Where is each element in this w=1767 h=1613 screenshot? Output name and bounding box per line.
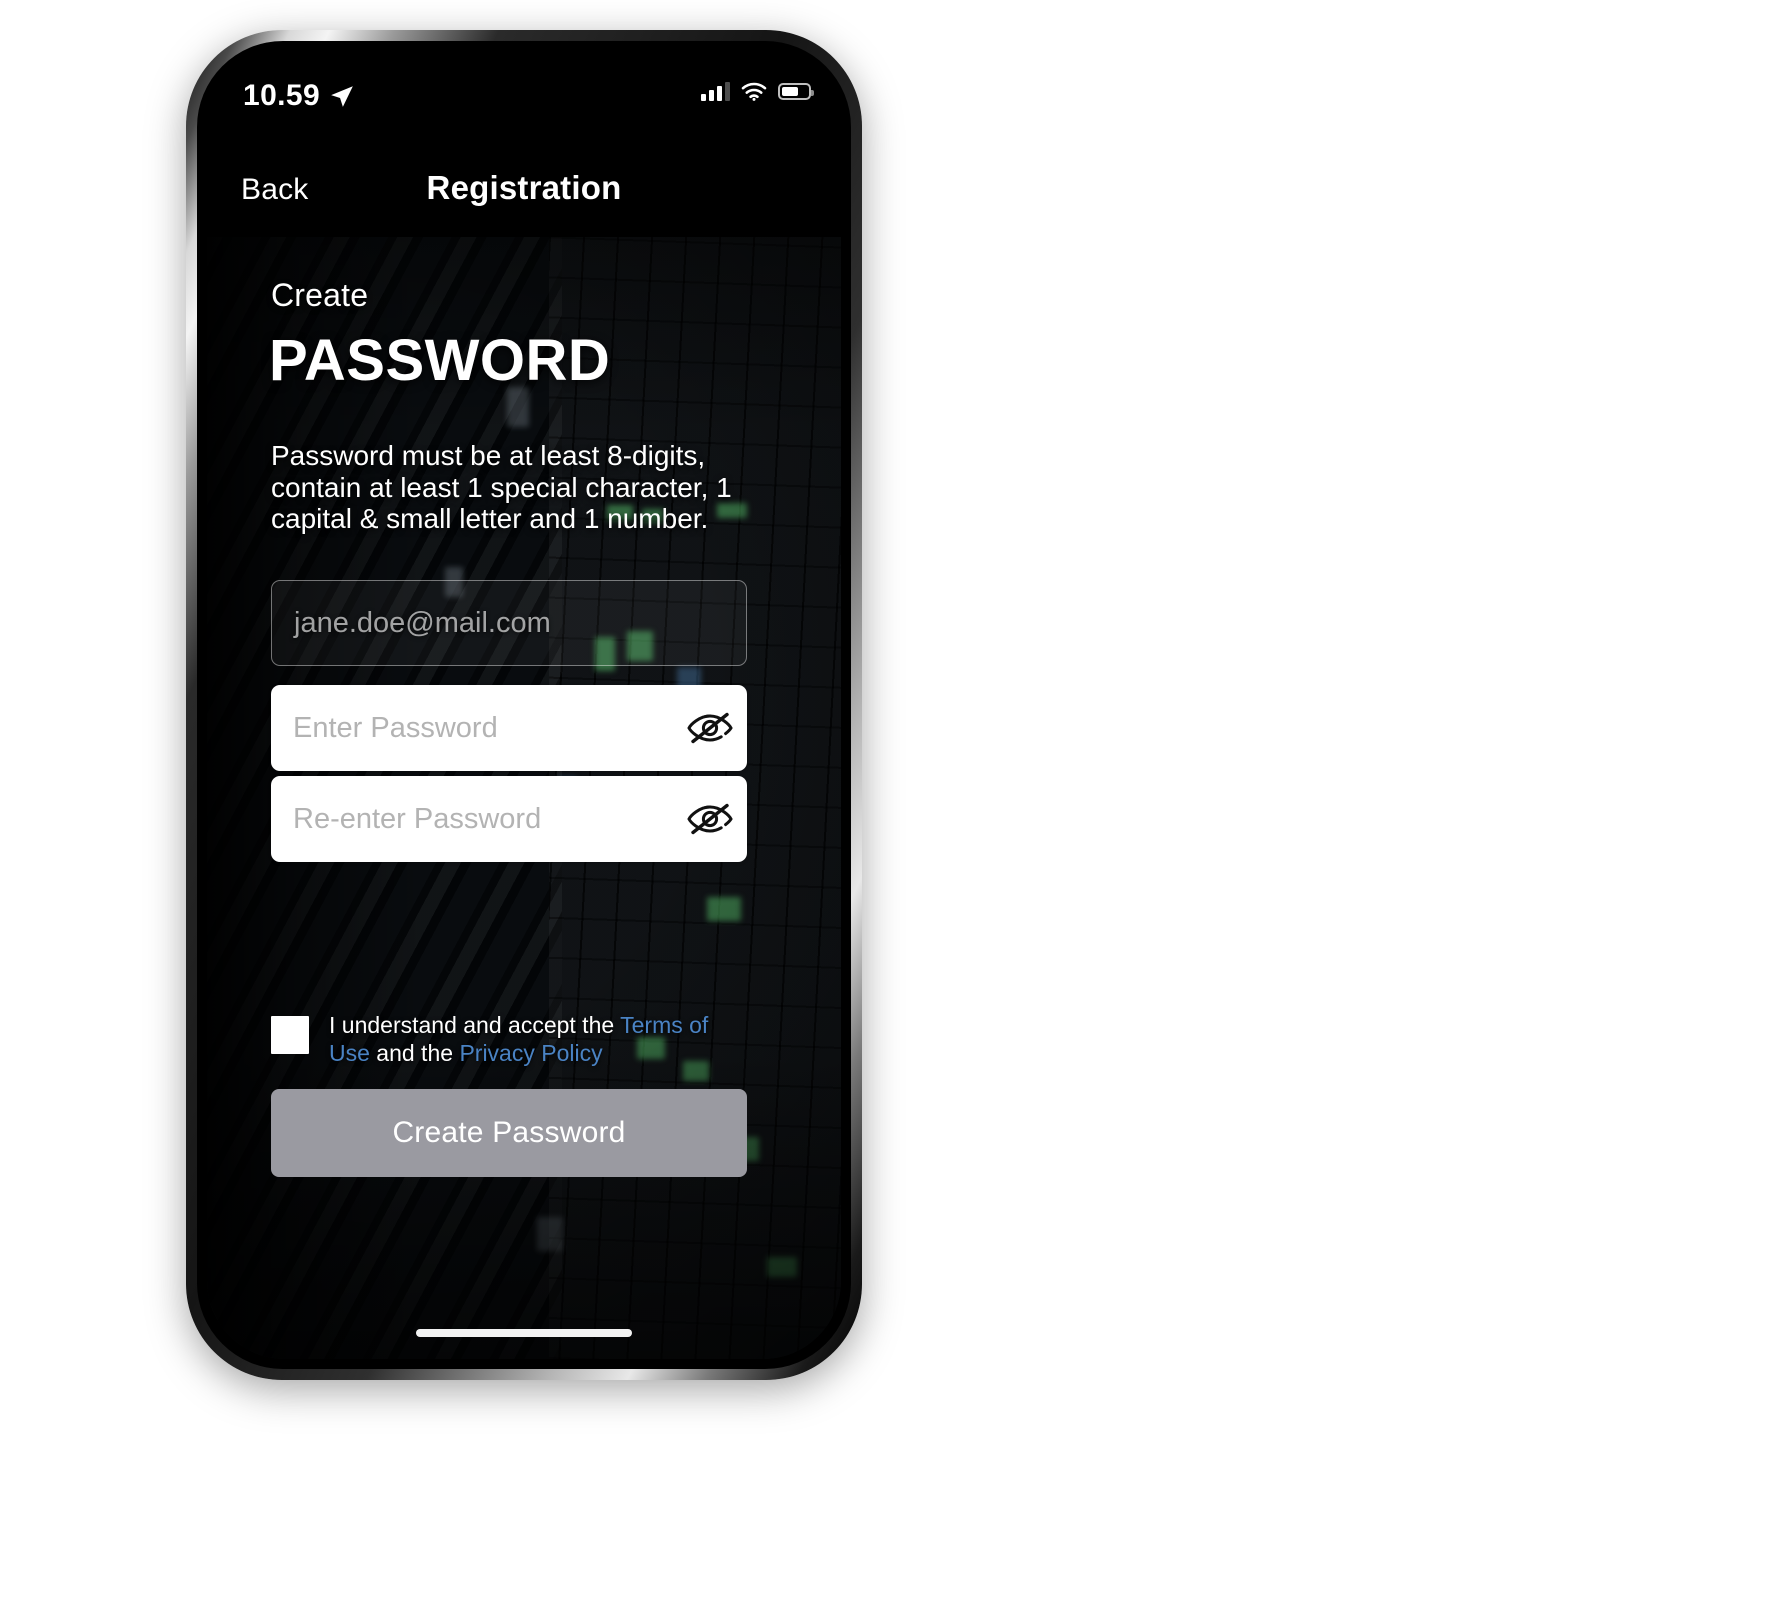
password-requirements-text: Password must be at least 8-digits, cont… — [271, 440, 732, 535]
terms-prefix: I understand and accept the — [329, 1012, 621, 1038]
home-indicator[interactable] — [416, 1329, 632, 1337]
location-arrow-icon — [331, 86, 353, 107]
navigation-bar: Back Registration — [207, 147, 841, 237]
status-icons — [701, 81, 814, 101]
eye-slash-icon[interactable] — [673, 776, 747, 862]
create-password-button-label: Create Password — [392, 1116, 626, 1149]
confirm-password-placeholder: Re-enter Password — [293, 802, 542, 835]
page-title: PASSWORD — [269, 328, 611, 393]
password-placeholder: Enter Password — [293, 711, 498, 744]
terms-row: I understand and accept the Terms of Use… — [271, 1009, 751, 1067]
password-field[interactable]: Enter Password — [271, 685, 747, 771]
create-password-button[interactable]: Create Password — [271, 1089, 747, 1177]
wifi-icon — [741, 82, 767, 101]
screen-content: Create PASSWORD Password must be at leas… — [207, 237, 841, 1359]
page-kicker: Create — [271, 277, 369, 313]
phone-frame: Create PASSWORD Password must be at leas… — [186, 30, 862, 1380]
email-field[interactable]: jane.doe@mail.com — [271, 580, 747, 666]
eye-slash-icon[interactable] — [673, 685, 747, 771]
registration-form: Create PASSWORD Password must be at leas… — [207, 237, 841, 1359]
nav-title: Registration — [426, 169, 622, 206]
terms-text: I understand and accept the Terms of Use… — [329, 1009, 751, 1067]
battery-icon — [778, 82, 814, 100]
terms-middle: and the — [369, 1040, 460, 1067]
phone-screen: Create PASSWORD Password must be at leas… — [207, 51, 841, 1359]
terms-checkbox[interactable] — [271, 1016, 309, 1054]
email-placeholder: jane.doe@mail.com — [294, 606, 551, 639]
privacy-policy-link[interactable]: Privacy Policy — [459, 1040, 602, 1066]
phone-notch — [399, 51, 649, 113]
cellular-bars-icon — [701, 81, 730, 101]
phone-bezel: Create PASSWORD Password must be at leas… — [197, 41, 851, 1369]
confirm-password-field[interactable]: Re-enter Password — [271, 776, 747, 862]
status-time: 10.59 — [243, 79, 321, 112]
